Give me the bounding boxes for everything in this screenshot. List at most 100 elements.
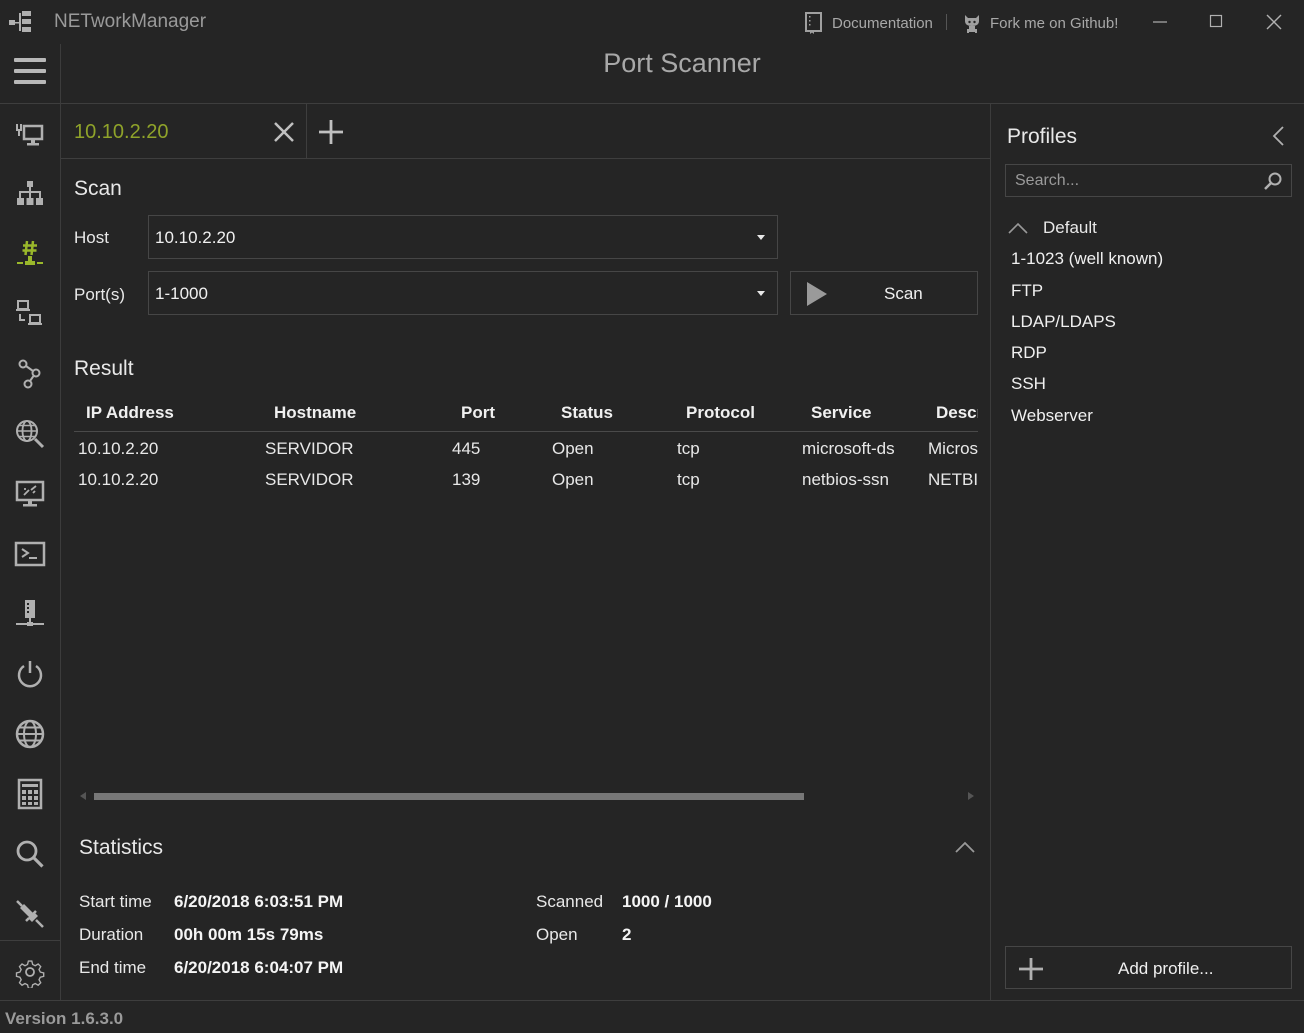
chevron-down-icon[interactable] — [757, 291, 765, 296]
globe-icon — [15, 719, 45, 749]
sidebar-item-network-interface[interactable] — [0, 104, 60, 164]
chevron-up-icon[interactable] — [953, 838, 977, 856]
scanned-label: Scanned — [536, 892, 604, 911]
scan-section-title: Scan — [74, 177, 122, 200]
sidebar-separator — [0, 940, 60, 941]
open-label: Open — [536, 925, 578, 944]
chevron-up-icon — [1008, 222, 1028, 234]
profiles-title: Profiles — [1007, 125, 1078, 148]
end-time-label: End time — [79, 958, 147, 977]
cell-hostname: SERVIDOR — [265, 439, 354, 458]
horizontal-scrollbar[interactable] — [80, 789, 974, 803]
sidebar-item-ip-scanner[interactable] — [0, 164, 60, 224]
add-tab-button[interactable] — [317, 118, 345, 146]
cell-service: netbios-ssn — [802, 470, 889, 489]
profile-item[interactable]: RDP — [1011, 343, 1047, 363]
column-header-protocol[interactable]: Protocol — [686, 403, 755, 423]
cell-service: microsoft-ds — [802, 439, 895, 458]
cell-hostname: SERVIDOR — [265, 470, 354, 489]
add-profile-button[interactable]: Add profile... — [1005, 946, 1292, 989]
tab-host[interactable]: 10.10.2.20 — [61, 104, 307, 159]
gear-icon — [15, 960, 45, 988]
scroll-left-arrow[interactable] — [80, 792, 86, 800]
ports-combobox[interactable]: 1-1000 — [148, 271, 778, 315]
scan-button[interactable]: Scan — [790, 271, 978, 315]
sidebar-nav — [0, 104, 60, 1000]
chevron-left-icon[interactable] — [1269, 124, 1289, 148]
column-header-service[interactable]: Service — [811, 403, 872, 423]
network-interface-icon — [16, 124, 44, 146]
server-network-icon — [16, 600, 44, 626]
sidebar-item-remote-desktop[interactable] — [0, 284, 60, 344]
host-label: Host — [74, 228, 109, 247]
sidebar-item-subnet-calculator[interactable] — [0, 764, 60, 824]
github-link[interactable]: Fork me on Github! — [962, 12, 1118, 34]
documentation-link[interactable]: Documentation — [804, 12, 933, 34]
cell-port: 445 — [452, 439, 481, 458]
chevron-down-icon[interactable] — [757, 235, 765, 240]
version-label: Version 1.6.3.0 — [5, 1009, 124, 1028]
profile-item[interactable]: LDAP/LDAPS — [1011, 312, 1116, 332]
sidebar-item-vnc[interactable] — [0, 464, 60, 524]
sidebar-item-http-headers[interactable] — [0, 704, 60, 764]
github-octocat-icon — [965, 15, 979, 33]
profile-item[interactable]: Webserver — [1011, 406, 1093, 426]
table-header: IP Address Hostname Port Status Protocol… — [74, 396, 978, 432]
cell-description: Micros — [928, 439, 978, 458]
cell-ip: 10.10.2.20 — [78, 439, 159, 458]
close-window-button[interactable] — [1262, 10, 1286, 34]
profiles-panel: Profiles Default 1-1023 (well known) FTP… — [990, 104, 1304, 1000]
search-icon — [16, 840, 44, 868]
sidebar-item-putty[interactable] — [0, 524, 60, 584]
column-header-hostname[interactable]: Hostname — [274, 403, 356, 423]
sidebar-item-snmp[interactable] — [0, 584, 60, 644]
cell-description: NETBIO — [928, 470, 978, 489]
sidebar-item-traceroute[interactable] — [0, 344, 60, 404]
settings-button[interactable] — [0, 942, 60, 1002]
scroll-right-arrow[interactable] — [968, 792, 974, 800]
maximize-button[interactable] — [1204, 10, 1228, 34]
profile-item[interactable]: SSH — [1011, 374, 1046, 394]
scrollbar-thumb[interactable] — [94, 793, 804, 800]
search-icon[interactable] — [1263, 171, 1283, 191]
cell-port: 139 — [452, 470, 481, 489]
profile-item[interactable]: FTP — [1011, 281, 1043, 301]
calculator-icon — [17, 778, 43, 810]
terminal-icon — [14, 541, 46, 567]
minimize-button[interactable] — [1148, 10, 1172, 34]
sidebar-item-connections[interactable] — [0, 884, 60, 944]
sidebar-item-port-scanner[interactable] — [0, 224, 60, 284]
sidebar-divider — [60, 44, 61, 1000]
dns-lookup-icon — [16, 420, 45, 449]
profile-item[interactable]: 1-1023 (well known) — [1011, 249, 1163, 269]
sidebar-item-dns-lookup[interactable] — [0, 404, 60, 464]
sidebar-item-wake-on-lan[interactable] — [0, 644, 60, 704]
column-header-port[interactable]: Port — [461, 403, 495, 423]
host-combobox[interactable]: 10.10.2.20 — [148, 215, 778, 259]
sidebar-item-lookup[interactable] — [0, 824, 60, 884]
statistics-section-title: Statistics — [79, 836, 164, 859]
vnc-icon — [15, 480, 45, 507]
host-value: 10.10.2.20 — [155, 228, 236, 247]
table-row[interactable]: 10.10.2.20 SERVIDOR 139 Open tcp netbios… — [74, 464, 978, 495]
book-icon — [805, 12, 822, 34]
ip-scanner-icon — [17, 181, 43, 205]
ports-label: Port(s) — [74, 285, 125, 304]
results-table: IP Address Hostname Port Status Protocol… — [74, 396, 978, 776]
cell-status: Open — [552, 470, 594, 489]
column-header-status[interactable]: Status — [561, 403, 613, 423]
documentation-label: Documentation — [832, 14, 933, 32]
title-bar: NETworkManager Documentation Fork me on … — [0, 0, 1304, 44]
status-divider — [0, 1000, 1304, 1001]
column-header-ip[interactable]: IP Address — [86, 403, 174, 423]
close-tab-icon[interactable] — [271, 119, 297, 145]
tab-label: 10.10.2.20 — [74, 121, 169, 143]
power-icon — [17, 661, 43, 688]
column-header-description[interactable]: Descri — [936, 403, 978, 423]
tab-strip: 10.10.2.20 — [61, 104, 990, 159]
profile-group-default[interactable]: Default — [1007, 216, 1097, 240]
table-row[interactable]: 10.10.2.20 SERVIDOR 445 Open tcp microso… — [74, 433, 978, 464]
profile-search-input[interactable] — [1006, 165, 1256, 196]
app-logo-icon — [9, 11, 31, 32]
app-title: NETworkManager — [54, 11, 207, 32]
